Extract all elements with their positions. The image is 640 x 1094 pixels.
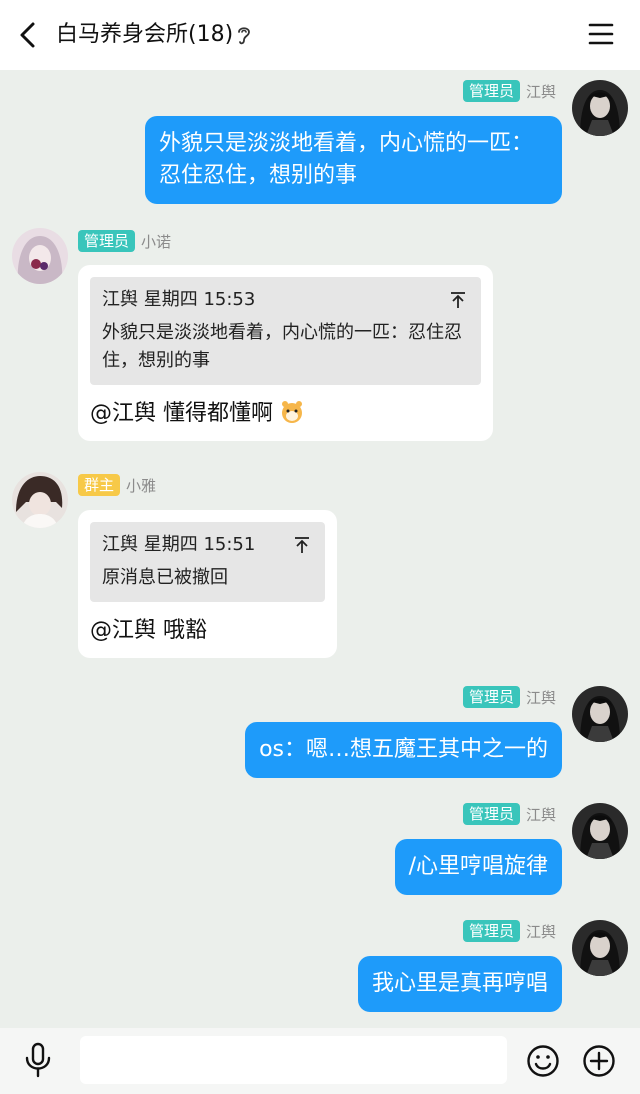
quote-header: 江舆 星期四 15:51 — [102, 534, 256, 555]
message-outgoing: 管理员 江舆 os：嗯…想五魔王其中之一的 — [0, 684, 640, 784]
message-input[interactable] — [80, 1036, 507, 1084]
avatar[interactable] — [572, 920, 628, 976]
sender-name: 小诺 — [141, 232, 172, 251]
emoji-icon[interactable] — [526, 1044, 560, 1078]
message-incoming: 管理员 小诺 江舆 星期四 15:53 外貌只是淡淡地看着，内心慌的一匹：忍住忍… — [0, 228, 640, 452]
ear-icon — [238, 27, 250, 45]
message-meta: 管理员 江舆 — [462, 920, 556, 942]
sender-name: 江舆 — [525, 922, 556, 941]
avatar[interactable] — [572, 80, 628, 136]
avatar[interactable] — [572, 686, 628, 742]
sender-name: 江舆 — [525, 688, 556, 707]
input-bar — [0, 1028, 640, 1094]
reply-text: @江舆 懂得都懂啊 — [90, 399, 481, 431]
sender-name: 江舆 — [525, 82, 556, 101]
hamster-emoji-icon — [282, 401, 302, 423]
sender-name: 小雅 — [126, 476, 157, 495]
quoted-message[interactable]: 江舆 星期四 15:53 外貌只是淡淡地看着，内心慌的一匹：忍住忍住，想别的事 — [90, 277, 481, 385]
message-outgoing: 管理员 江舆 外貌只是淡淡地看着，内心慌的一匹：忍住忍住，想别的事 — [0, 78, 640, 208]
message-bubble[interactable]: os：嗯…想五魔王其中之一的 — [245, 722, 562, 778]
sender-name: 江舆 — [525, 805, 556, 824]
avatar[interactable] — [572, 803, 628, 859]
admin-badge: 管理员 — [462, 80, 520, 102]
avatar[interactable] — [12, 228, 68, 284]
owner-badge: 群主 — [78, 474, 121, 496]
message-bubble[interactable]: 江舆 星期四 15:53 外貌只是淡淡地看着，内心慌的一匹：忍住忍住，想别的事 … — [78, 265, 493, 441]
avatar[interactable] — [12, 472, 68, 528]
quote-body: 外貌只是淡淡地看着，内心慌的一匹：忍住忍住，想别的事 — [102, 322, 462, 371]
reply-text: @江舆 哦豁 — [90, 618, 207, 643]
message-meta: 管理员 江舆 — [462, 803, 556, 825]
microphone-icon[interactable] — [24, 1042, 52, 1078]
message-meta: 管理员 江舆 — [462, 686, 556, 708]
chat-header: 白马养身会所(18) — [0, 0, 640, 70]
message-meta: 管理员 江舆 — [462, 80, 556, 102]
reply-content: @江舆 懂得都懂啊 — [90, 401, 273, 426]
admin-badge: 管理员 — [78, 230, 136, 252]
message-bubble[interactable]: 江舆 星期四 15:51 原消息已被撤回 @江舆 哦豁 — [78, 510, 337, 658]
message-outgoing: 管理员 江舆 我心里是真再哼唱 — [0, 918, 640, 1018]
quote-header: 江舆 星期四 15:53 — [102, 289, 256, 310]
quote-body: 原消息已被撤回 — [102, 567, 228, 588]
admin-badge: 管理员 — [462, 686, 520, 708]
message-meta: 群主 小雅 — [78, 474, 156, 496]
message-meta: 管理员 小诺 — [78, 230, 171, 252]
menu-icon[interactable] — [588, 22, 614, 46]
jump-to-original-icon[interactable] — [293, 536, 311, 554]
group-title[interactable]: 白马养身会所(18) — [56, 20, 233, 50]
message-incoming: 群主 小雅 江舆 星期四 15:51 原消息已被撤回 @江舆 哦豁 — [0, 472, 640, 664]
admin-badge: 管理员 — [462, 803, 520, 825]
back-arrow-icon[interactable] — [14, 20, 42, 50]
message-bubble[interactable]: 外貌只是淡淡地看着，内心慌的一匹：忍住忍住，想别的事 — [145, 116, 562, 204]
quoted-message[interactable]: 江舆 星期四 15:51 原消息已被撤回 — [90, 522, 325, 602]
admin-badge: 管理员 — [462, 920, 520, 942]
message-bubble[interactable]: 我心里是真再哼唱 — [357, 956, 562, 1012]
message-outgoing: 管理员 江舆 /心里哼唱旋律 — [0, 801, 640, 901]
jump-to-original-icon[interactable] — [449, 291, 467, 309]
plus-icon[interactable] — [582, 1044, 616, 1078]
message-bubble[interactable]: /心里哼唱旋律 — [394, 839, 562, 895]
